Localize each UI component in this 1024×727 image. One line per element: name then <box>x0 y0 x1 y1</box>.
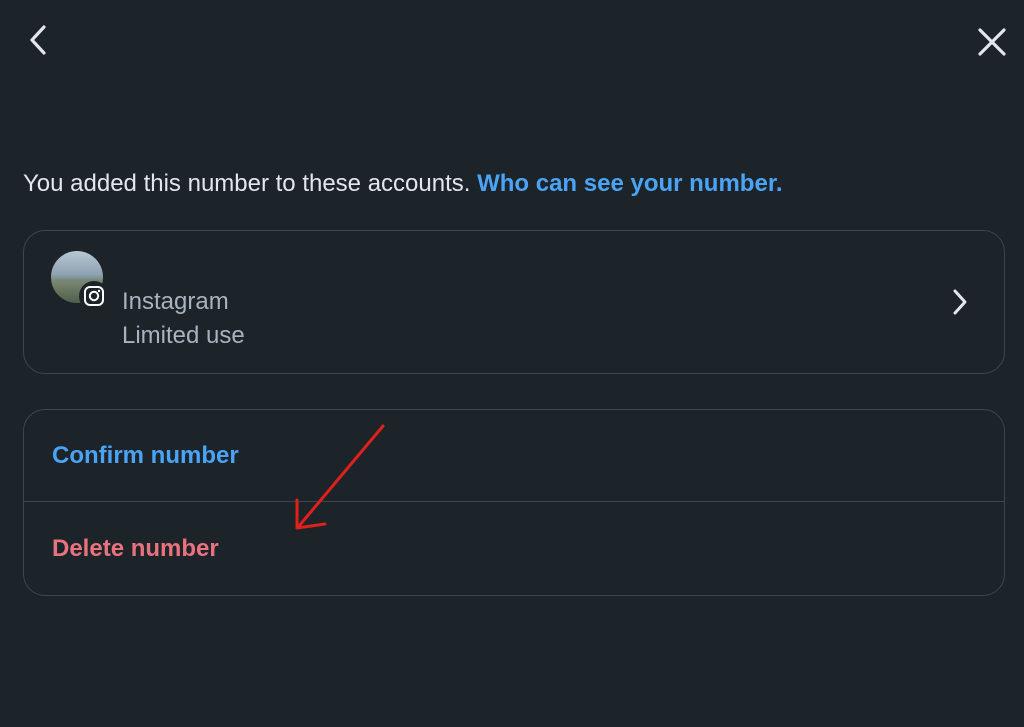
account-name: Instagram <box>122 288 229 315</box>
close-button[interactable] <box>972 22 1012 62</box>
close-icon <box>978 28 1006 56</box>
delete-number-button[interactable]: Delete number <box>24 503 1004 595</box>
instagram-icon <box>84 286 104 306</box>
intro-text: You added this number to these accounts.… <box>23 168 783 200</box>
delete-number-label: Delete number <box>52 535 219 562</box>
account-status: Limited use <box>122 322 245 349</box>
back-button[interactable] <box>20 22 56 58</box>
account-card-instagram[interactable]: Instagram Limited use <box>23 230 1005 374</box>
chevron-left-icon <box>30 25 46 55</box>
intro-message: You added this number to these accounts. <box>23 170 478 197</box>
instagram-badge <box>79 281 109 311</box>
number-actions-card: Confirm number Delete number <box>23 409 1005 596</box>
confirm-number-label: Confirm number <box>52 442 239 469</box>
top-bar <box>0 0 1024 80</box>
who-can-see-number-link[interactable]: Who can see your number. <box>477 170 782 197</box>
confirm-number-button[interactable]: Confirm number <box>24 410 1004 502</box>
chevron-right-icon <box>946 287 974 317</box>
